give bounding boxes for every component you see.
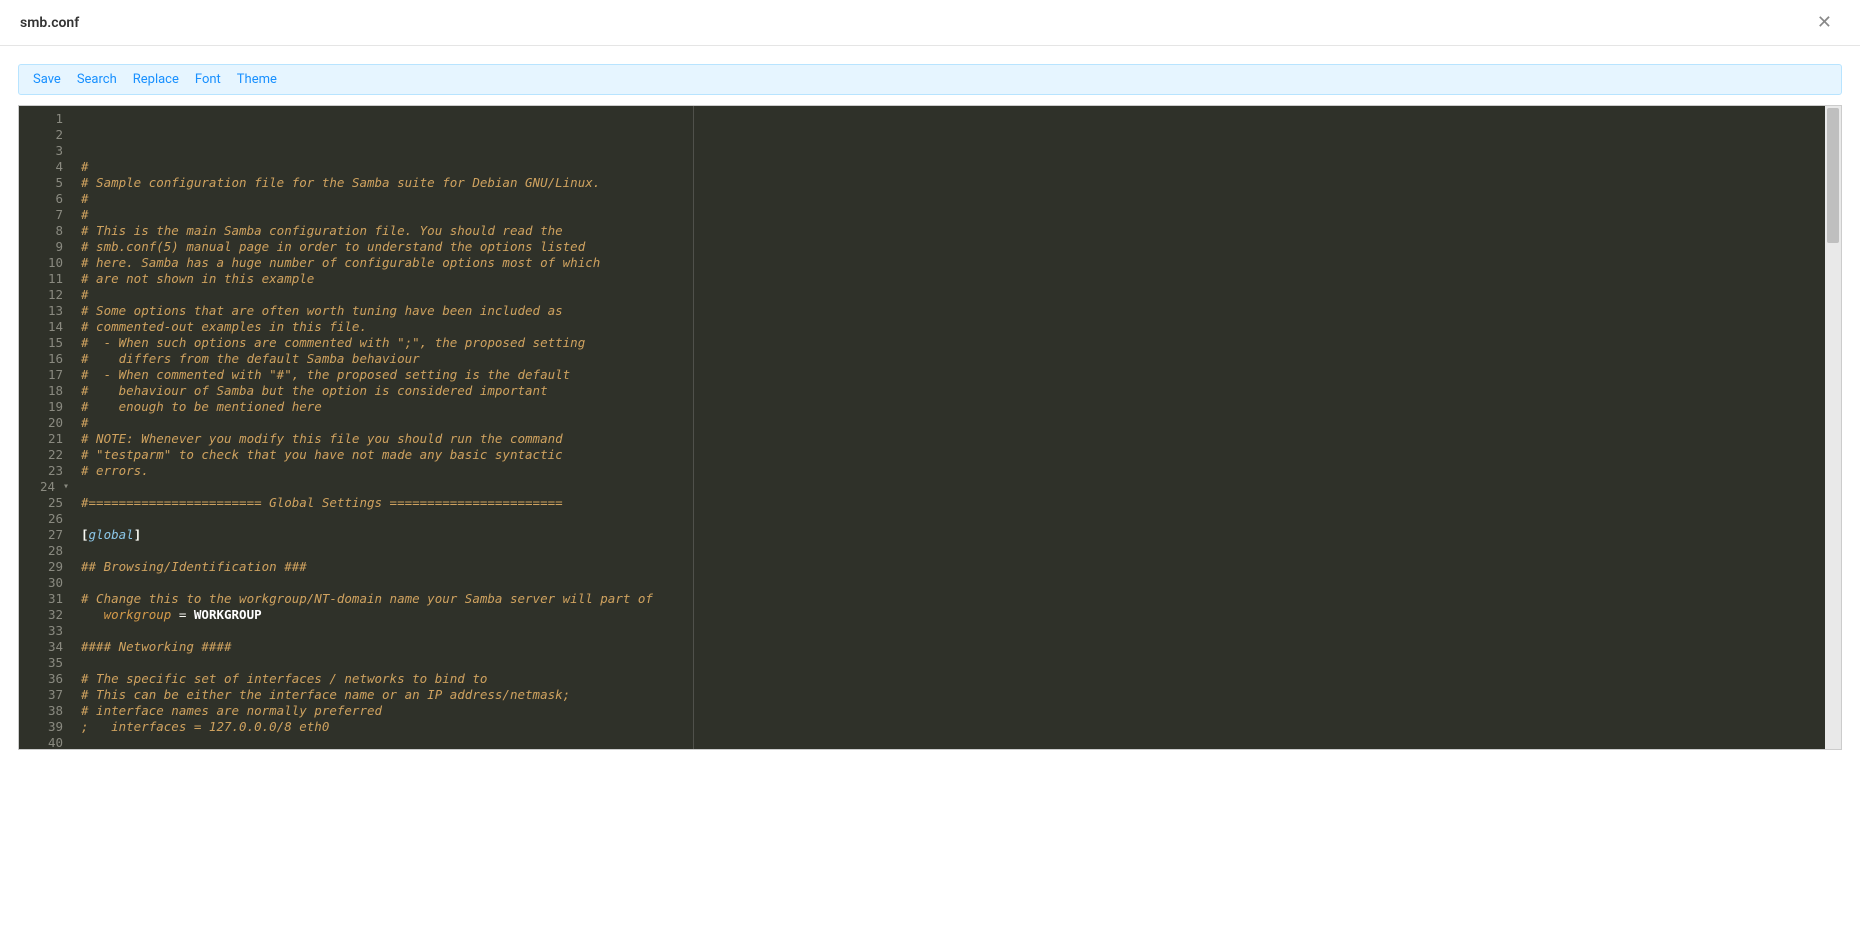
line-number: 10 xyxy=(19,255,67,271)
theme-button[interactable]: Theme xyxy=(237,72,277,87)
line-number: 15 xyxy=(19,335,67,351)
line-number: 6 xyxy=(19,191,67,207)
line-number: 13 xyxy=(19,303,67,319)
code-line[interactable]: # smb.conf(5) manual page in order to un… xyxy=(81,239,1841,255)
line-number: 9 xyxy=(19,239,67,255)
line-number: 29 xyxy=(19,559,67,575)
line-number: 14 xyxy=(19,319,67,335)
code-line[interactable]: # xyxy=(81,287,1841,303)
code-line[interactable]: # errors. xyxy=(81,463,1841,479)
line-number: 19 xyxy=(19,399,67,415)
code-line[interactable]: # xyxy=(81,191,1841,207)
line-number: 1 xyxy=(19,111,67,127)
code-line[interactable] xyxy=(81,511,1841,527)
line-number: 40 xyxy=(19,735,67,749)
line-number: 22 xyxy=(19,447,67,463)
line-number: 16 xyxy=(19,351,67,367)
code-line[interactable]: #### Networking #### xyxy=(81,639,1841,655)
code-line[interactable]: # This can be either the interface name … xyxy=(81,687,1841,703)
line-number: 18 xyxy=(19,383,67,399)
code-line[interactable]: # "testparm" to check that you have not … xyxy=(81,447,1841,463)
code-line[interactable]: # interface names are normally preferred xyxy=(81,703,1841,719)
line-number: 5 xyxy=(19,175,67,191)
line-number: 27 xyxy=(19,527,67,543)
line-number: 30 xyxy=(19,575,67,591)
line-number: 36 xyxy=(19,671,67,687)
line-number: 32 xyxy=(19,607,67,623)
content-area: Save Search Replace Font Theme 123456789… xyxy=(0,46,1860,768)
code-line[interactable]: # NOTE: Whenever you modify this file yo… xyxy=(81,431,1841,447)
line-number: 12 xyxy=(19,287,67,303)
line-number: 28 xyxy=(19,543,67,559)
code-line[interactable]: ; interfaces = 127.0.0.0/8 eth0 xyxy=(81,719,1841,735)
code-line[interactable]: # differs from the default Samba behavio… xyxy=(81,351,1841,367)
code-line[interactable]: # Change this to the workgroup/NT-domain… xyxy=(81,591,1841,607)
line-number: 39 xyxy=(19,719,67,735)
scrollbar-thumb[interactable] xyxy=(1827,108,1839,243)
code-content[interactable]: ## Sample configuration file for the Sam… xyxy=(75,106,1841,749)
line-number: 3 xyxy=(19,143,67,159)
code-line[interactable]: ## Browsing/Identification ### xyxy=(81,559,1841,575)
fold-arrow-icon[interactable]: ▾ xyxy=(63,479,69,495)
code-line[interactable] xyxy=(81,543,1841,559)
window-title: smb.conf xyxy=(20,15,79,31)
code-line[interactable]: [global] xyxy=(81,527,1841,543)
code-line[interactable]: # - When commented with "#", the propose… xyxy=(81,367,1841,383)
font-button[interactable]: Font xyxy=(195,72,221,87)
line-number: 17 xyxy=(19,367,67,383)
code-line[interactable] xyxy=(81,479,1841,495)
code-line[interactable] xyxy=(81,655,1841,671)
vertical-scrollbar[interactable]: ▲ ▼ xyxy=(1825,106,1841,749)
code-editor[interactable]: 123456789101112131415161718192021222324▾… xyxy=(18,105,1842,750)
code-line[interactable] xyxy=(81,575,1841,591)
save-button[interactable]: Save xyxy=(33,72,61,87)
line-number: 35 xyxy=(19,655,67,671)
code-line[interactable]: # xyxy=(81,207,1841,223)
code-line[interactable]: # Some options that are often worth tuni… xyxy=(81,303,1841,319)
code-line[interactable]: # This is the main Samba configuration f… xyxy=(81,223,1841,239)
line-number: 26 xyxy=(19,511,67,527)
replace-button[interactable]: Replace xyxy=(133,72,179,87)
code-line[interactable]: # enough to be mentioned here xyxy=(81,399,1841,415)
line-number: 11 xyxy=(19,271,67,287)
code-line[interactable]: #======================= Global Settings… xyxy=(81,495,1841,511)
search-button[interactable]: Search xyxy=(77,72,117,87)
line-number: 20 xyxy=(19,415,67,431)
line-number: 7 xyxy=(19,207,67,223)
line-number: 8 xyxy=(19,223,67,239)
line-number: 2 xyxy=(19,127,67,143)
line-number: 37 xyxy=(19,687,67,703)
code-line[interactable]: # here. Samba has a huge number of confi… xyxy=(81,255,1841,271)
code-line[interactable]: # - When such options are commented with… xyxy=(81,335,1841,351)
code-line[interactable] xyxy=(81,623,1841,639)
code-line[interactable]: # xyxy=(81,415,1841,431)
line-number: 34 xyxy=(19,639,67,655)
line-number-gutter: 123456789101112131415161718192021222324▾… xyxy=(19,106,75,749)
code-line[interactable]: # xyxy=(81,159,1841,175)
line-number: 4 xyxy=(19,159,67,175)
line-number: 23 xyxy=(19,463,67,479)
code-line[interactable]: # The specific set of interfaces / netwo… xyxy=(81,671,1841,687)
line-number: 24▾ xyxy=(19,479,67,495)
line-number: 21 xyxy=(19,431,67,447)
line-number: 33 xyxy=(19,623,67,639)
editor-toolbar: Save Search Replace Font Theme xyxy=(18,64,1842,95)
code-line[interactable]: # commented-out examples in this file. xyxy=(81,319,1841,335)
code-line[interactable]: # behaviour of Samba but the option is c… xyxy=(81,383,1841,399)
code-line[interactable]: # are not shown in this example xyxy=(81,271,1841,287)
line-number: 31 xyxy=(19,591,67,607)
line-number: 25 xyxy=(19,495,67,511)
close-icon[interactable]: ✕ xyxy=(1809,10,1840,36)
window-header: smb.conf ✕ xyxy=(0,0,1860,46)
line-number: 38 xyxy=(19,703,67,719)
code-line[interactable]: # Sample configuration file for the Samb… xyxy=(81,175,1841,191)
code-line[interactable]: workgroup = WORKGROUP xyxy=(81,607,1841,623)
code-line[interactable] xyxy=(81,735,1841,749)
